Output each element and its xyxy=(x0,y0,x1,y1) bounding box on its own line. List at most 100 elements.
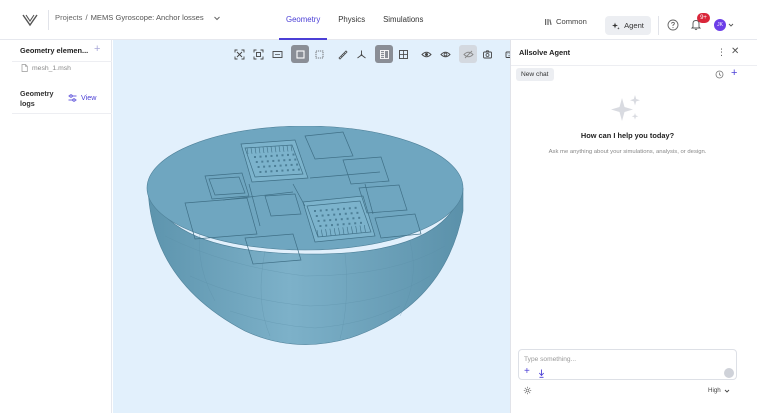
agent-welcome-subtext: Ask me anything about your simulations, … xyxy=(548,149,707,155)
perforation-hole xyxy=(281,169,284,172)
perforation-hole xyxy=(290,163,293,166)
section-view-icon xyxy=(379,49,389,59)
header-divider xyxy=(658,16,659,35)
perforation-hole xyxy=(275,169,278,172)
keyboard-shortcuts-button[interactable] xyxy=(501,45,510,63)
section-view-button[interactable] xyxy=(375,45,393,63)
perforation-hole xyxy=(296,163,299,166)
perforation-hole xyxy=(339,213,341,216)
perforation-hole xyxy=(331,208,334,211)
breadcrumb[interactable]: Projects / MEMS Gyroscope: Anchor losses xyxy=(55,13,221,22)
avatar[interactable]: JK xyxy=(714,19,726,31)
settings-gear-icon[interactable] xyxy=(523,386,532,395)
agent-welcome-heading: How can I help you today? xyxy=(580,131,675,140)
tab-geometry[interactable]: Geometry xyxy=(277,0,329,40)
send-button[interactable] xyxy=(724,368,734,378)
add-element-button[interactable]: + xyxy=(94,43,100,55)
perforation-hole xyxy=(314,210,316,212)
perforation-hole xyxy=(276,154,278,157)
app-logo-icon[interactable] xyxy=(22,13,38,27)
solid-view-button[interactable] xyxy=(291,45,309,63)
history-icon[interactable] xyxy=(715,70,724,79)
axes-icon xyxy=(356,50,366,58)
agent-label: Agent xyxy=(624,21,644,30)
frame-button[interactable] xyxy=(268,45,286,63)
perforation-hole xyxy=(265,155,267,158)
geometry-elements-title: Geometry elemen... xyxy=(20,46,89,55)
close-icon[interactable]: ✕ xyxy=(731,46,739,57)
wireframe-view-button[interactable] xyxy=(310,45,328,63)
agent-button[interactable]: Agent xyxy=(605,16,651,35)
perforation-hole xyxy=(348,207,351,210)
perforation-hole xyxy=(268,165,271,168)
perforation-hole xyxy=(292,168,295,171)
perforation-hole xyxy=(342,223,345,226)
perforation-hole xyxy=(337,208,340,211)
perforation-hole xyxy=(266,160,269,163)
chevron-down-icon xyxy=(724,389,730,393)
show-button[interactable] xyxy=(417,45,435,63)
hide-icon xyxy=(439,51,451,57)
help-icon[interactable] xyxy=(667,19,679,31)
view-label: View xyxy=(81,93,97,102)
file-item[interactable]: mesh_1.msh xyxy=(21,64,71,72)
hide-button[interactable] xyxy=(436,45,454,63)
perforation-hole xyxy=(294,158,297,161)
fit-view-button[interactable] xyxy=(230,45,248,63)
perforation-hole xyxy=(272,159,275,162)
perforation-hole xyxy=(297,168,300,171)
breadcrumb-projects[interactable]: Projects xyxy=(55,13,82,22)
microphone-icon[interactable] xyxy=(538,369,545,378)
divider xyxy=(12,113,112,114)
chevron-down-icon[interactable] xyxy=(213,14,221,22)
sparkle-icon xyxy=(611,95,640,121)
perforation-hole xyxy=(333,213,336,216)
screenshot-button[interactable] xyxy=(478,45,496,63)
grid-view-icon xyxy=(398,49,408,59)
3d-viewport[interactable] xyxy=(113,40,510,413)
perforation-hole xyxy=(259,155,262,158)
view-logs-button[interactable]: View xyxy=(68,93,96,102)
attach-button[interactable]: + xyxy=(524,367,530,377)
new-chat-button[interactable]: + xyxy=(731,67,737,79)
visibility-off-icon xyxy=(462,50,474,58)
chat-input-box[interactable]: + xyxy=(518,349,737,380)
chat-input[interactable] xyxy=(524,353,724,365)
header-divider xyxy=(48,10,49,30)
sparkle-icon xyxy=(612,22,620,30)
tab-simulations[interactable]: Simulations xyxy=(374,0,432,40)
perforation-hole xyxy=(281,154,284,157)
perforation-hole xyxy=(257,166,260,168)
chevron-down-icon[interactable] xyxy=(728,22,734,28)
perforation-hole xyxy=(344,212,347,215)
perforation-hole xyxy=(285,164,288,167)
measure-button[interactable] xyxy=(333,45,351,63)
new-chat-tab[interactable]: New chat xyxy=(516,68,554,81)
top-bar: Projects / MEMS Gyroscope: Anchor losses… xyxy=(0,0,757,40)
top-face xyxy=(146,126,464,251)
perforation-hole xyxy=(358,216,361,219)
focus-button[interactable] xyxy=(249,45,267,63)
perforation-hole xyxy=(279,164,282,167)
tab-physics[interactable]: Physics xyxy=(329,0,374,40)
common-button[interactable]: Common xyxy=(544,17,587,26)
show-icon xyxy=(420,51,432,57)
perforation-hole xyxy=(327,214,330,217)
divider xyxy=(511,65,757,66)
3d-model[interactable] xyxy=(145,126,467,356)
quality-select[interactable]: High xyxy=(708,387,730,394)
visibility-toggle-button[interactable] xyxy=(459,45,477,63)
frame-icon xyxy=(272,50,282,58)
perforation-hole xyxy=(329,219,332,222)
more-options-icon[interactable]: ⋮ xyxy=(717,47,726,58)
axes-button[interactable] xyxy=(352,45,370,63)
perforation-hole xyxy=(283,159,286,162)
perforation-hole xyxy=(352,217,355,220)
perforation-hole xyxy=(277,159,280,162)
project-name[interactable]: MEMS Gyroscope: Anchor losses xyxy=(91,13,204,22)
screenshot-icon xyxy=(482,49,492,58)
perforation-hole xyxy=(317,220,320,222)
common-label: Common xyxy=(556,17,587,26)
perforation-hole xyxy=(270,154,273,157)
grid-view-button[interactable] xyxy=(394,45,412,63)
